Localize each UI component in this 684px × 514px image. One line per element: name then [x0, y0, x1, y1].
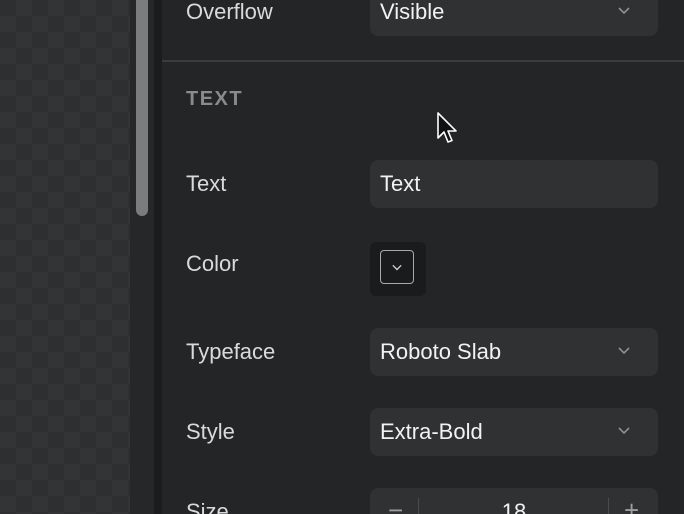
size-label: Size — [186, 499, 229, 514]
color-picker-button[interactable] — [370, 242, 426, 296]
overflow-label: Overflow — [186, 0, 273, 24]
section-divider — [162, 60, 684, 62]
typeface-select[interactable]: Roboto Slab — [370, 328, 658, 376]
chevron-down-icon — [392, 264, 402, 271]
canvas-area[interactable] — [0, 0, 130, 514]
app-root: Overflow Visible TEXT Text Text Color Ty… — [0, 0, 684, 514]
overflow-select[interactable]: Visible — [370, 0, 658, 36]
style-label: Style — [186, 419, 235, 444]
overflow-value: Visible — [380, 0, 445, 24]
stepper-separator — [608, 498, 609, 514]
color-swatch — [380, 250, 414, 284]
text-input-value: Text — [380, 171, 421, 196]
stepper-separator — [418, 498, 419, 514]
chevron-down-icon — [618, 347, 630, 355]
typeface-value: Roboto Slab — [380, 339, 502, 364]
chevron-down-icon — [618, 427, 630, 435]
text-section-title: TEXT — [186, 88, 244, 110]
size-value[interactable]: 18 — [420, 498, 608, 514]
chevron-down-icon — [618, 7, 630, 15]
size-stepper[interactable]: − 18 + — [370, 488, 658, 514]
panel-border — [154, 0, 162, 514]
text-input[interactable]: Text — [370, 160, 658, 208]
color-label: Color — [186, 251, 239, 276]
mouse-cursor-icon — [437, 112, 457, 143]
style-value: Extra-Bold — [380, 419, 483, 444]
canvas-scrollbar-thumb[interactable] — [136, 0, 148, 216]
size-increment-button[interactable]: + — [624, 496, 639, 514]
typeface-label: Typeface — [186, 339, 276, 364]
text-label: Text — [186, 171, 227, 196]
style-select[interactable]: Extra-Bold — [370, 408, 658, 456]
size-decrement-button[interactable]: − — [388, 496, 403, 514]
